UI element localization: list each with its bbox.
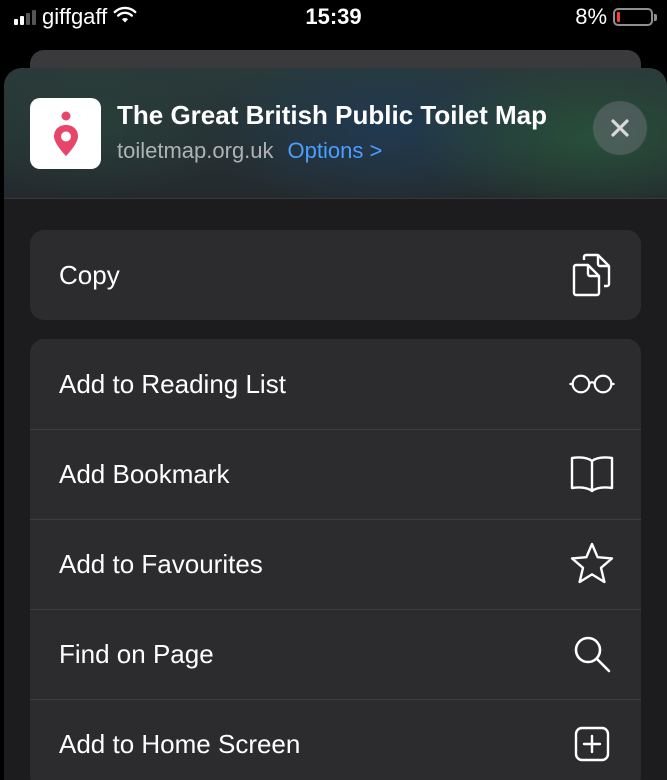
close-button[interactable] bbox=[593, 101, 647, 155]
plus-square-icon bbox=[569, 721, 615, 767]
status-time: 15:39 bbox=[305, 4, 362, 29]
row-label: Copy bbox=[59, 259, 120, 290]
star-icon bbox=[569, 541, 615, 587]
add-to-favourites-button[interactable]: Add to Favourites bbox=[30, 519, 641, 609]
close-icon bbox=[611, 119, 629, 137]
status-bar: giffgaff 15:39 8% bbox=[0, 0, 667, 34]
row-label: Find on Page bbox=[59, 638, 214, 669]
find-on-page-button[interactable]: Find on Page bbox=[30, 609, 641, 699]
add-bookmark-button[interactable]: Add Bookmark bbox=[30, 429, 641, 519]
battery-percent: 8% bbox=[575, 4, 607, 29]
glasses-icon bbox=[569, 361, 615, 407]
row-label: Add Bookmark bbox=[59, 458, 230, 489]
share-sheet: The Great British Public Toilet Map toil… bbox=[4, 68, 667, 780]
add-to-home-screen-button[interactable]: Add to Home Screen bbox=[30, 699, 641, 780]
screen: giffgaff 15:39 8% The Great British Publ… bbox=[0, 0, 667, 780]
map-pin-icon bbox=[30, 98, 101, 169]
status-right: 8% bbox=[575, 4, 657, 30]
add-to-reading-list-button[interactable]: Add to Reading List bbox=[30, 339, 641, 429]
page-title: The Great British Public Toilet Map bbox=[117, 100, 548, 130]
battery-icon bbox=[613, 8, 657, 26]
page-url: toiletmap.org.uk bbox=[117, 138, 274, 163]
options-link[interactable]: Options > bbox=[288, 138, 383, 164]
action-group-main: Add to Reading List Add Bookmark Add to … bbox=[30, 339, 641, 780]
book-icon bbox=[569, 451, 615, 497]
action-group-copy: Copy bbox=[30, 230, 641, 320]
battery-level bbox=[617, 12, 620, 22]
share-sheet-header: The Great British Public Toilet Map toil… bbox=[4, 68, 667, 199]
page-subline: toiletmap.org.uk Options > bbox=[117, 138, 382, 164]
row-label: Add to Reading List bbox=[59, 368, 286, 399]
row-label: Add to Home Screen bbox=[59, 728, 301, 759]
copy-button[interactable]: Copy bbox=[30, 230, 641, 320]
copy-icon bbox=[569, 252, 615, 298]
row-label: Add to Favourites bbox=[59, 548, 263, 579]
search-icon bbox=[569, 631, 615, 677]
